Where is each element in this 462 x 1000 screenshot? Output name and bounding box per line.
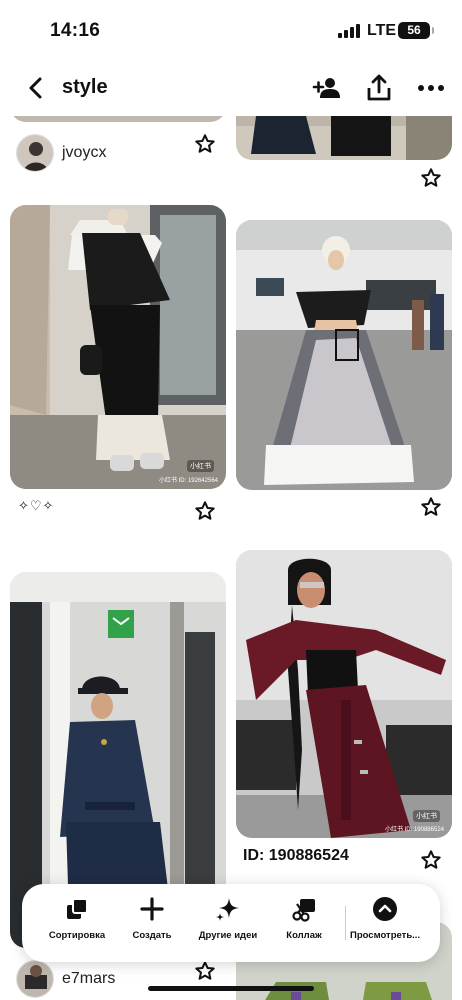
status-time: 14:16 — [50, 20, 101, 41]
create-label: Создать — [132, 930, 172, 941]
watermark-badge: 小红书 — [187, 460, 214, 472]
chevron-up-icon — [373, 897, 397, 921]
network-label: LTE — [367, 22, 397, 39]
back-button[interactable] — [22, 74, 50, 102]
watermark-id: 小红书 ID: 190886524 — [384, 827, 444, 833]
pin-username[interactable]: e7mars — [62, 970, 115, 988]
watermark-badge: 小红书 — [413, 810, 440, 822]
share-button[interactable] — [364, 74, 394, 102]
battery-icon: 56 — [398, 22, 434, 39]
sort-label: Сортировка — [48, 930, 106, 941]
scissors-icon — [292, 899, 315, 922]
action-divider — [345, 906, 346, 940]
board-action-bar: Сортировка Создать Другие идеи Коллаж Пр… — [22, 884, 440, 962]
plus-icon — [140, 897, 164, 921]
collage-button[interactable]: Коллаж — [272, 896, 336, 952]
pin-image[interactable]: 小红书 小红书 ID: 190886524 — [236, 550, 452, 838]
pin-username[interactable]: jvoycx — [62, 144, 106, 162]
signal-icon — [338, 24, 360, 38]
add-collaborator-button[interactable] — [312, 74, 342, 102]
pin-image[interactable] — [236, 220, 452, 490]
save-star-icon[interactable] — [420, 167, 442, 189]
avatar[interactable] — [16, 960, 54, 998]
save-star-icon[interactable] — [194, 500, 216, 522]
page-title: style — [62, 76, 108, 98]
more-ideas-button[interactable]: Другие идеи — [192, 896, 264, 952]
pin-decoration: ✧♡✧ — [18, 498, 55, 513]
save-star-icon[interactable] — [420, 496, 442, 518]
pin-image[interactable] — [236, 116, 452, 160]
collage-label: Коллаж — [286, 930, 322, 941]
more-ideas-label: Другие идеи — [198, 930, 258, 941]
avatar[interactable] — [16, 134, 54, 172]
save-star-icon[interactable] — [194, 133, 216, 155]
home-indicator[interactable] — [148, 986, 314, 991]
create-button[interactable]: Создать — [120, 896, 184, 952]
sort-icon — [67, 898, 88, 919]
board-header: style — [0, 60, 462, 116]
pin-id-label: ID: 190886524 — [243, 847, 349, 864]
save-star-icon[interactable] — [420, 849, 442, 871]
sort-button[interactable]: Сортировка — [42, 896, 112, 952]
share-icon — [367, 74, 391, 101]
sparkle-icon — [216, 898, 239, 921]
add-user-icon — [312, 78, 340, 98]
more-options-button[interactable] — [416, 74, 446, 102]
watermark-id: 小红书 ID: 192642564 — [158, 478, 218, 484]
chevron-left-icon — [29, 77, 42, 99]
view-options-label: Просмотреть... — [350, 930, 421, 941]
pin-image[interactable] — [10, 116, 226, 122]
status-bar: 14:16 LTE 56 — [0, 0, 462, 60]
more-dots-icon — [418, 85, 444, 91]
pin-feed[interactable]: jvoycx 小红书 小红书 ID: 192642564 ✧♡✧ 小红书 小红书… — [0, 116, 462, 1000]
pin-image[interactable]: 小红书 小红书 ID: 192642564 — [10, 205, 226, 489]
view-options-button[interactable]: Просмотреть... — [350, 896, 420, 952]
save-star-icon[interactable] — [194, 960, 216, 982]
